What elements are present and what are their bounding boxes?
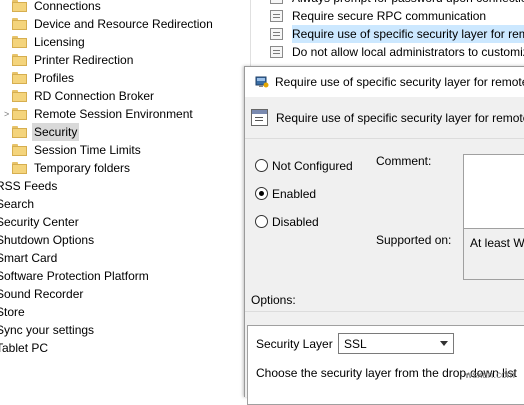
tree-item[interactable]: Sync your settings (0, 321, 96, 339)
security-layer-dropdown[interactable]: SSL (338, 333, 454, 354)
chevron-down-icon (440, 341, 448, 346)
folder-icon (12, 36, 27, 48)
radio-label: Disabled (272, 215, 319, 229)
tree-item-label: Temporary folders (34, 161, 131, 175)
tree-item[interactable]: > Remote Session Environment (4, 105, 195, 123)
dialog-header: Require use of specific security layer f… (245, 97, 524, 137)
folder-icon (12, 0, 27, 12)
tree-item-label: Shutdown Options (0, 233, 95, 247)
folder-icon (12, 144, 27, 156)
tree-item[interactable]: Smart Card (0, 249, 59, 267)
radio-circle (255, 159, 268, 172)
folder-icon (12, 72, 27, 84)
policy-dialog: Require use of specific security layer f… (244, 66, 524, 405)
policy-row-label: Require use of specific security layer f… (292, 25, 524, 43)
radio-label: Enabled (272, 187, 317, 201)
supported-on-label: Supported on: (376, 233, 452, 247)
supported-on-value: At least Wi (470, 236, 524, 250)
policy-setting-icon (270, 46, 283, 58)
radio-circle (255, 187, 268, 200)
tree-item[interactable]: Tablet PC (0, 339, 50, 357)
radio-circle (255, 215, 268, 228)
watermark: wsxdn.com (465, 370, 516, 381)
dialog-titlebar[interactable]: Require use of specific security layer f… (245, 67, 524, 97)
tree-item-label: Device and Resource Redirection (34, 17, 213, 31)
tree-item[interactable]: Shutdown Options (0, 231, 96, 249)
tree-item[interactable]: Temporary folders (12, 159, 132, 177)
options-divider (245, 311, 524, 312)
tree-item[interactable]: Device and Resource Redirection (12, 15, 215, 33)
options-pane: Security Layer SSL Choose the security l… (247, 325, 524, 405)
tree-item-label: Licensing (34, 35, 85, 49)
folder-icon (12, 90, 27, 102)
tree-item[interactable]: Session Time Limits (12, 141, 143, 159)
policy-row-label: Do not allow local administrators to cus… (292, 45, 524, 59)
tree-item-label: RD Connection Broker (34, 89, 155, 103)
policy-list: Always prompt for password upon connecti… (262, 0, 524, 68)
tree-item-label: Security Center (0, 215, 79, 229)
policy-row-label: Always prompt for password upon connecti… (292, 0, 524, 7)
tree-item[interactable]: Sound Recorder (0, 285, 85, 303)
tree-item[interactable]: RSS Feeds (0, 177, 59, 195)
comment-label: Comment: (376, 154, 432, 168)
tree-item-label: Connections (34, 0, 101, 13)
tree-item[interactable]: Store (0, 303, 27, 321)
policy-setting-icon (270, 28, 283, 40)
policy-setting-icon (270, 0, 283, 4)
header-divider (245, 138, 524, 139)
folder-icon (12, 108, 27, 120)
policy-setting-icon (251, 109, 268, 126)
policy-row-label: Require secure RPC communication (292, 9, 487, 23)
tree-item-label: Smart Card (0, 251, 58, 265)
tree-item-label: Software Protection Platform (0, 269, 149, 283)
policy-window-icon (255, 76, 269, 88)
policy-tree: Connections Device and Resource Redirecti… (0, 0, 250, 385)
tree-item[interactable]: Security Center (0, 213, 81, 231)
tree-item[interactable]: Search (0, 195, 36, 213)
tree-item[interactable]: Software Protection Platform (0, 267, 151, 285)
dialog-title: Require use of specific security layer f… (275, 75, 524, 89)
tree-item[interactable]: RD Connection Broker (12, 87, 156, 105)
tree-item-label: Profiles (34, 71, 75, 85)
folder-icon (12, 126, 27, 138)
tree-item[interactable]: Profiles (12, 69, 76, 87)
tree-item-label: Store (0, 305, 25, 319)
tree-item-label: Sound Recorder (0, 287, 84, 301)
policy-setting-icon (270, 10, 283, 22)
tree-item-label: Search (0, 197, 35, 211)
tree-item[interactable]: Connections (12, 0, 103, 15)
security-layer-value: SSL (344, 337, 367, 351)
radio-selected-dot (259, 191, 264, 196)
supported-on-box: At least Wi (463, 228, 524, 280)
folder-icon (12, 162, 27, 174)
folder-icon (12, 54, 27, 66)
tree-item-label: Session Time Limits (34, 143, 141, 157)
folder-icon (12, 18, 27, 30)
security-layer-label: Security Layer (256, 337, 333, 351)
tree-item[interactable]: Licensing (12, 33, 87, 51)
tree-item-label: RSS Feeds (0, 179, 58, 193)
tree-item-label: Remote Session Environment (34, 107, 193, 121)
tree-item[interactable]: Security (12, 123, 80, 141)
dialog-header-title: Require use of specific security layer f… (276, 111, 524, 125)
tree-item-label: Sync your settings (0, 323, 95, 337)
tree-item-label: Tablet PC (0, 341, 49, 355)
chevron-right-icon[interactable]: > (4, 109, 10, 119)
tree-item-label: Printer Redirection (34, 53, 134, 67)
radio-label: Not Configured (272, 159, 353, 173)
options-label: Options: (251, 293, 296, 307)
tree-item-label: Security (32, 123, 80, 141)
tree-item[interactable]: Printer Redirection (12, 51, 135, 69)
